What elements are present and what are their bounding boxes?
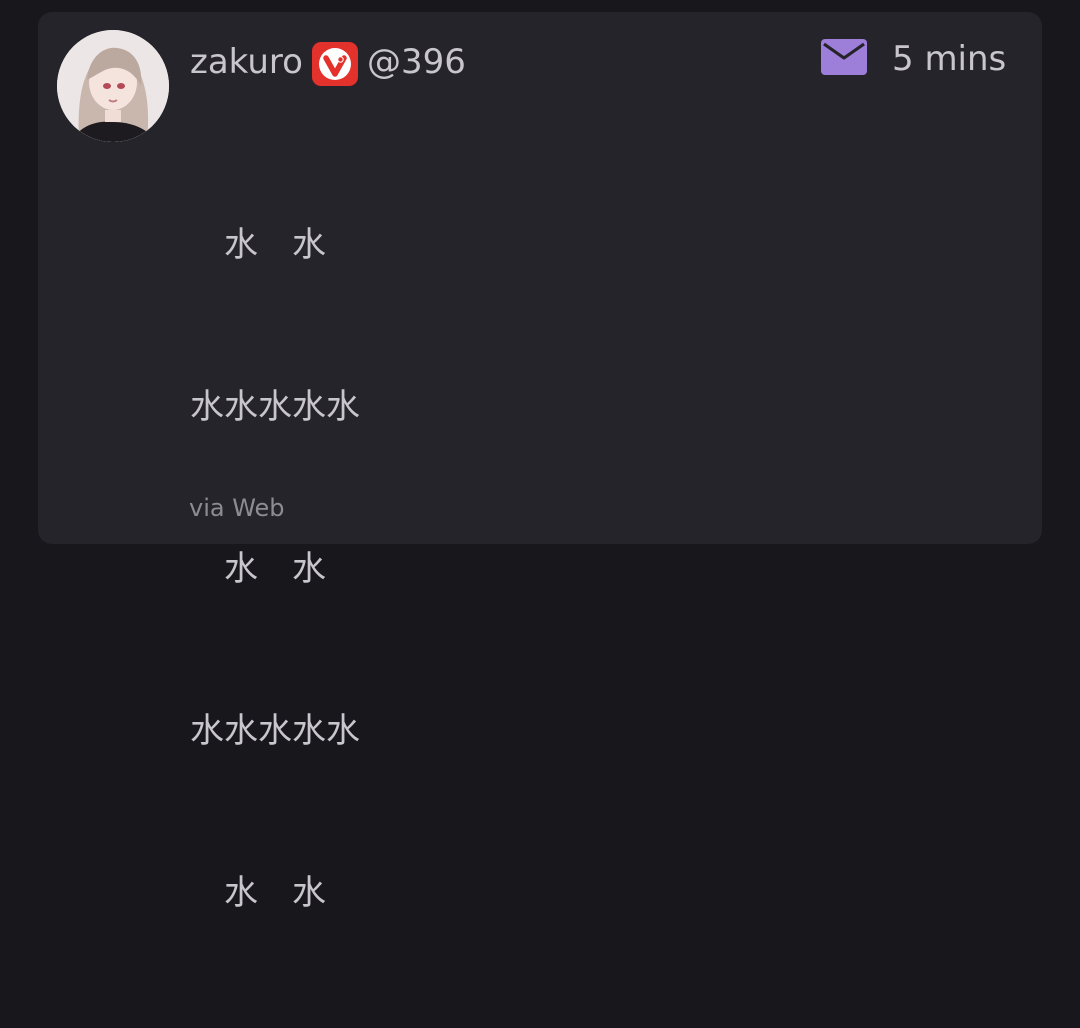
post-body-line: 水 水	[190, 225, 326, 265]
post-card[interactable]: zakuro @396 5 mins 水 水 水水水水水 水 水 水水水水水 水…	[38, 12, 1042, 913]
avatar-image	[57, 30, 169, 142]
post-body: 水 水 水水水水水 水 水 水水水水水 水 水	[190, 110, 360, 1028]
author-name[interactable]: zakuro	[190, 42, 303, 82]
vivaldi-icon	[312, 42, 358, 86]
avatar[interactable]	[57, 30, 169, 142]
author-handle[interactable]: @396	[367, 42, 466, 82]
post-timestamp[interactable]: 5 mins	[892, 39, 1006, 79]
post-body-line: 水 水	[190, 549, 326, 589]
via-source: via Web	[189, 494, 285, 522]
mail-icon	[821, 39, 867, 75]
post-body-line: 水水水水水	[190, 711, 360, 751]
post-body-line: 水 水	[190, 873, 326, 913]
post-body-line: 水水水水水	[190, 387, 360, 427]
